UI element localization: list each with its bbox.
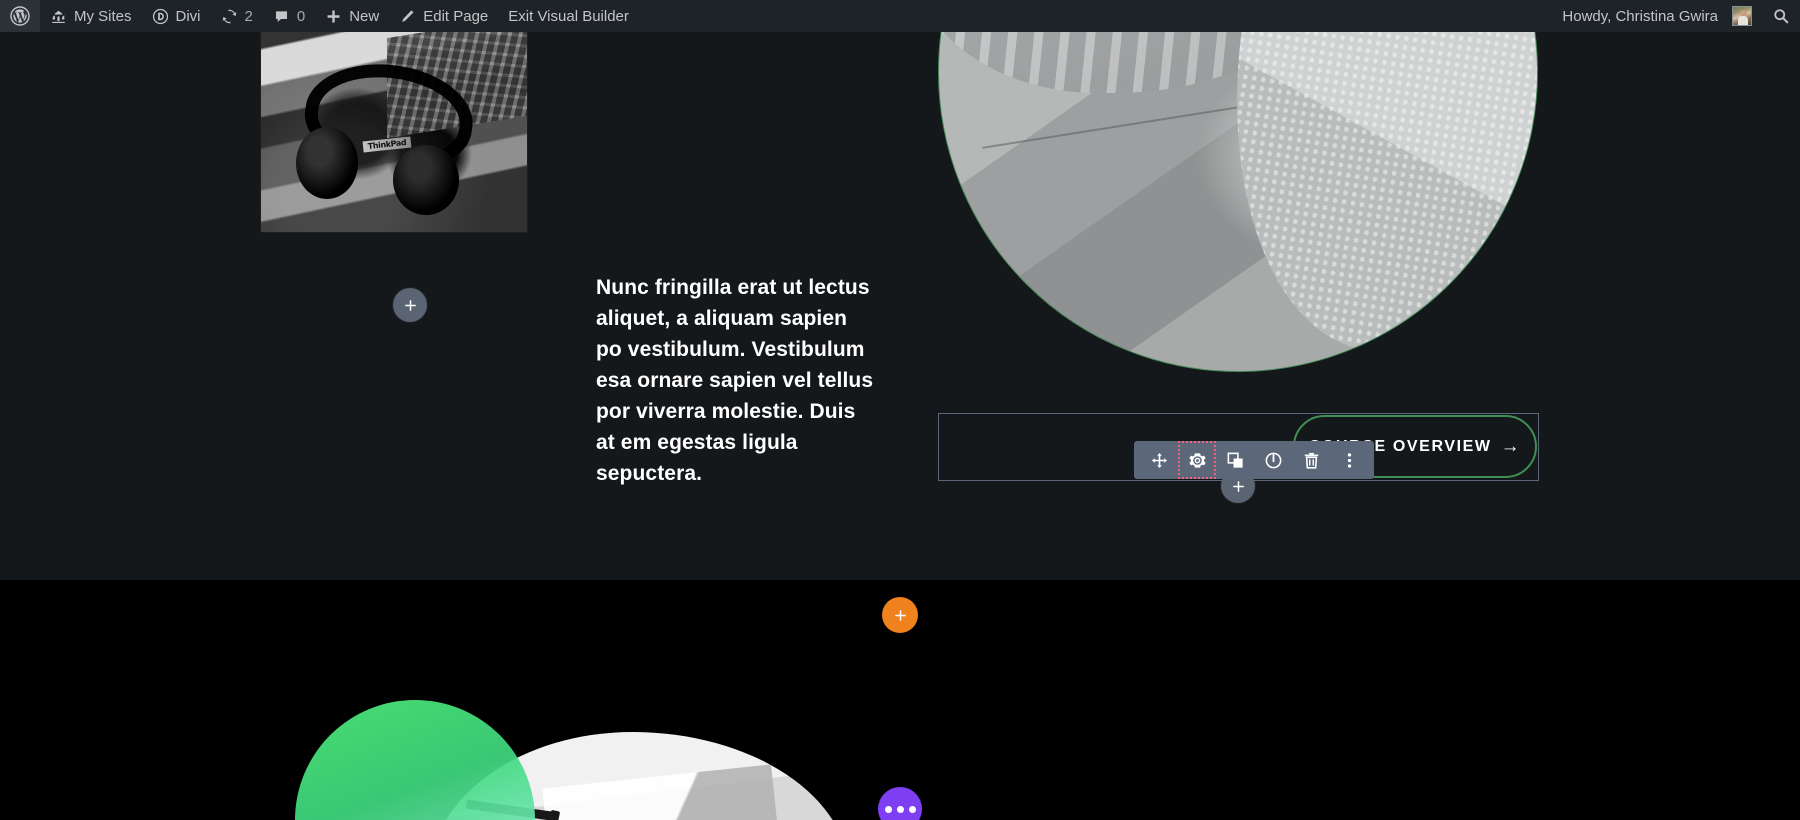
- dot-2: [896, 805, 904, 813]
- add-section-button[interactable]: [882, 597, 918, 633]
- admin-bar-label-edit-page: Edit Page: [423, 7, 489, 25]
- add-module-button-left[interactable]: [393, 288, 427, 322]
- admin-bar-item-edit-page[interactable]: Edit Page: [389, 0, 498, 32]
- search-icon: [1772, 7, 1790, 25]
- wp-logo-menu[interactable]: [0, 0, 40, 32]
- admin-bar-item-new[interactable]: New: [315, 0, 389, 32]
- dot-1: [884, 805, 892, 813]
- pencil-icon: [399, 8, 416, 25]
- module-disable-button[interactable]: [1258, 445, 1288, 475]
- dot-3: [908, 805, 916, 813]
- dots-vertical-icon: [1347, 452, 1351, 468]
- image-module-headphones[interactable]: ThinkPad: [261, 32, 527, 232]
- admin-bar-item-exit-visual-builder[interactable]: Exit Visual Builder: [498, 0, 639, 32]
- admin-bar-item-search[interactable]: [1762, 0, 1800, 32]
- admin-bar-item-updates[interactable]: 2: [211, 0, 263, 32]
- divi-icon: [152, 8, 169, 25]
- plus-icon: [404, 299, 416, 311]
- trash-icon: [1304, 452, 1318, 469]
- admin-bar-right-group: Howdy, Christina Gwira: [1552, 0, 1800, 32]
- howdy-label: Howdy, Christina Gwira: [1562, 7, 1718, 25]
- admin-bar-item-divi[interactable]: Divi: [142, 0, 211, 32]
- visual-builder-canvas: ThinkPad Nunc fringilla erat ut lectus a…: [0, 32, 1800, 820]
- updates-icon: [221, 8, 238, 25]
- power-icon: [1265, 452, 1281, 468]
- move-icon: [1151, 452, 1167, 468]
- sites-icon: [50, 8, 67, 25]
- admin-bar-item-my-sites[interactable]: My Sites: [40, 0, 142, 32]
- plus-icon: [1232, 480, 1244, 492]
- updates-count: 2: [244, 7, 253, 25]
- admin-bar-label-my-sites: My Sites: [74, 7, 132, 25]
- divi-module-toolbar: [1134, 441, 1374, 479]
- admin-bar-label-new: New: [349, 7, 380, 25]
- module-more-options-button[interactable]: [1334, 445, 1364, 475]
- headphone-earcup-right: [393, 145, 459, 215]
- admin-bar-label-divi: Divi: [175, 7, 201, 25]
- admin-bar-label-exit-visual-builder: Exit Visual Builder: [508, 7, 629, 25]
- gear-icon: [1188, 452, 1206, 468]
- comment-icon: [273, 8, 290, 25]
- admin-bar-item-howdy[interactable]: Howdy, Christina Gwira: [1552, 0, 1762, 32]
- comments-count: 0: [296, 7, 306, 25]
- text-module-paragraph[interactable]: Nunc fringilla erat ut lectus aliquet, a…: [596, 272, 876, 489]
- avatar: [1732, 6, 1752, 26]
- plus-icon: [325, 8, 342, 25]
- module-settings-button[interactable]: [1178, 441, 1216, 479]
- wp-admin-bar: My Sites Divi 2 0 New Edit Page Exit Vis…: [0, 0, 1800, 32]
- plus-icon: [894, 609, 906, 621]
- module-duplicate-button[interactable]: [1220, 445, 1250, 475]
- admin-bar-item-comments[interactable]: 0: [263, 0, 315, 32]
- module-delete-button[interactable]: [1296, 445, 1326, 475]
- module-move-button[interactable]: [1144, 445, 1174, 475]
- duplicate-icon: [1227, 452, 1243, 468]
- arrow-right-icon: →: [1500, 436, 1522, 457]
- headphone-earcup-left: [296, 127, 358, 199]
- wordpress-icon: [10, 6, 30, 26]
